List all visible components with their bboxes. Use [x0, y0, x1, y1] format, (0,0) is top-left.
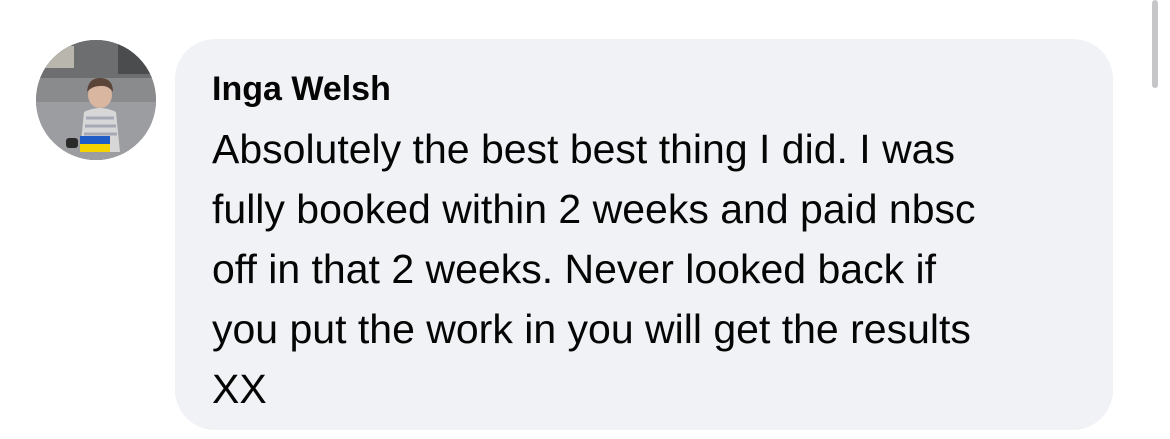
comment-text: Absolutely the best best thing I did. I … — [212, 126, 976, 412]
comment: Inga Welsh Absolutely the best best thin… — [0, 0, 1170, 439]
scrollbar-thumb[interactable] — [1152, 0, 1158, 88]
comment-author[interactable]: Inga Welsh — [212, 69, 1073, 109]
avatar[interactable] — [36, 40, 156, 160]
comment-bubble: Inga Welsh Absolutely the best best thin… — [175, 39, 1113, 430]
profile-photo-icon — [36, 40, 156, 160]
